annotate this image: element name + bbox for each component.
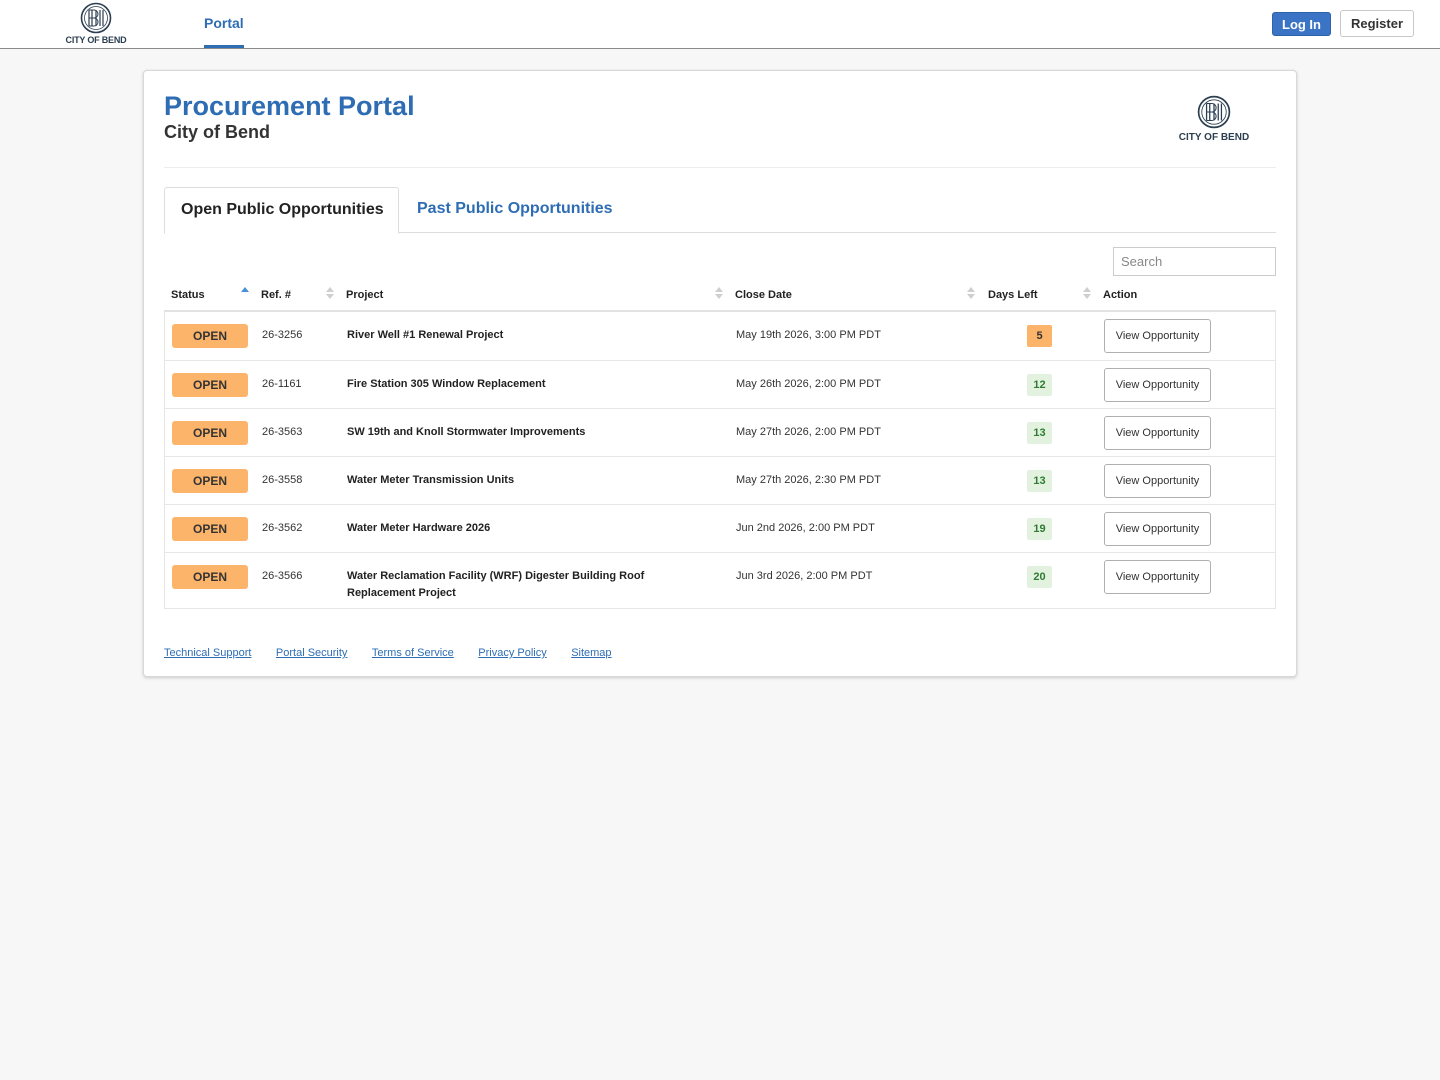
footer-link-technical-support[interactable]: Technical Support — [164, 647, 251, 659]
view-opportunity-button[interactable]: View Opportunity — [1104, 464, 1211, 498]
footer-link-privacy-policy[interactable]: Privacy Policy — [478, 647, 546, 659]
sort-icon[interactable] — [967, 287, 975, 301]
project-name: SW 19th and Knoll Stormwater Improvement… — [347, 426, 586, 438]
city-logo[interactable]: CITY OF BEND — [60, 2, 132, 48]
column-header-status[interactable]: Status — [171, 289, 205, 301]
close-date: May 27th 2026, 2:00 PM PDT — [736, 426, 881, 438]
column-header-project[interactable]: Project — [346, 289, 383, 301]
days-left-badge: 13 — [1027, 470, 1052, 492]
status-badge: OPEN — [172, 565, 248, 589]
table-row: OPEN 26-3256 River Well #1 Renewal Proje… — [165, 312, 1275, 360]
project-name: Fire Station 305 Window Replacement — [347, 378, 546, 390]
page-title: Procurement Portal — [164, 91, 415, 121]
project-name: Water Reclamation Facility (WRF) Digeste… — [347, 570, 645, 599]
header-logo: CITY OF BEND — [1174, 95, 1254, 143]
column-header-action: Action — [1103, 289, 1138, 301]
opportunities-table-body: OPEN 26-3256 River Well #1 Renewal Proje… — [164, 312, 1276, 609]
status-badge: OPEN — [172, 517, 248, 541]
top-nav-bar: CITY OF BEND Portal Log In Register — [0, 0, 1440, 49]
ref-number: 26-3256 — [262, 329, 303, 341]
register-button[interactable]: Register — [1340, 10, 1414, 37]
table-row: OPEN 26-3563 SW 19th and Knoll Stormwate… — [165, 408, 1275, 456]
days-left-badge: 20 — [1027, 566, 1052, 588]
days-left-badge: 12 — [1027, 374, 1052, 396]
close-date: Jun 2nd 2026, 2:00 PM PDT — [736, 522, 875, 534]
project-name: Water Meter Transmission Units — [347, 474, 515, 486]
page-subtitle: City of Bend — [164, 122, 270, 142]
close-date: May 27th 2026, 2:30 PM PDT — [736, 474, 881, 486]
view-opportunity-button[interactable]: View Opportunity — [1104, 319, 1211, 353]
ref-number: 26-3566 — [262, 570, 303, 582]
login-button[interactable]: Log In — [1272, 12, 1331, 36]
header-divider — [164, 167, 1276, 168]
ref-number: 26-3563 — [262, 426, 303, 438]
city-seal-icon — [1197, 95, 1231, 129]
logo-text: CITY OF BEND — [1178, 132, 1250, 143]
ref-number: 26-3562 — [262, 522, 303, 534]
sort-icon[interactable] — [1083, 287, 1091, 301]
view-opportunity-button[interactable]: View Opportunity — [1104, 416, 1211, 450]
close-date: May 26th 2026, 2:00 PM PDT — [736, 378, 881, 390]
days-left-badge: 19 — [1027, 518, 1052, 540]
search-input[interactable] — [1113, 247, 1276, 276]
close-date: Jun 3rd 2026, 2:00 PM PDT — [736, 570, 873, 582]
column-header-ref[interactable]: Ref. # — [261, 289, 291, 301]
table-row: OPEN 26-3566 Water Reclamation Facility … — [165, 552, 1275, 608]
table-row: OPEN 26-1161 Fire Station 305 Window Rep… — [165, 360, 1275, 408]
days-left-badge: 5 — [1027, 325, 1052, 347]
status-badge: OPEN — [172, 469, 248, 493]
footer-link-terms-of-service[interactable]: Terms of Service — [372, 647, 454, 659]
days-left-badge: 13 — [1027, 422, 1052, 444]
close-date: May 19th 2026, 3:00 PM PDT — [736, 329, 881, 341]
sort-icon[interactable] — [715, 287, 723, 301]
logo-text: CITY OF BEND — [65, 35, 127, 45]
status-badge: OPEN — [172, 373, 248, 397]
ref-number: 26-1161 — [262, 378, 302, 390]
table-row: OPEN 26-3558 Water Meter Transmission Un… — [165, 456, 1275, 504]
status-badge: OPEN — [172, 324, 248, 348]
main-card: Procurement Portal City of Bend CITY OF … — [143, 70, 1297, 677]
column-header-days-left[interactable]: Days Left — [988, 289, 1038, 301]
nav-tab-portal[interactable]: Portal — [204, 0, 244, 48]
footer-links: Technical Support Portal Security Terms … — [164, 643, 632, 661]
project-name: Water Meter Hardware 2026 — [347, 522, 491, 534]
sort-asc-icon[interactable] — [241, 287, 249, 301]
status-badge: OPEN — [172, 421, 248, 445]
ref-number: 26-3558 — [262, 474, 303, 486]
opportunity-tabs: Open Public Opportunities Past Public Op… — [164, 187, 1276, 234]
table-header: Status Ref. # Project Close Date Days Le… — [164, 285, 1276, 312]
table-row: OPEN 26-3562 Water Meter Hardware 2026 J… — [165, 504, 1275, 552]
view-opportunity-button[interactable]: View Opportunity — [1104, 368, 1211, 402]
project-name: River Well #1 Renewal Project — [347, 329, 504, 341]
tab-open-opportunities[interactable]: Open Public Opportunities — [164, 187, 399, 234]
view-opportunity-button[interactable]: View Opportunity — [1104, 512, 1211, 546]
view-opportunity-button[interactable]: View Opportunity — [1104, 560, 1211, 594]
column-header-close-date[interactable]: Close Date — [735, 289, 792, 301]
footer-link-sitemap[interactable]: Sitemap — [571, 647, 611, 659]
city-seal-icon — [80, 2, 112, 34]
sort-icon[interactable] — [326, 287, 334, 301]
tab-past-opportunities[interactable]: Past Public Opportunities — [401, 187, 629, 233]
footer-link-portal-security[interactable]: Portal Security — [276, 647, 348, 659]
